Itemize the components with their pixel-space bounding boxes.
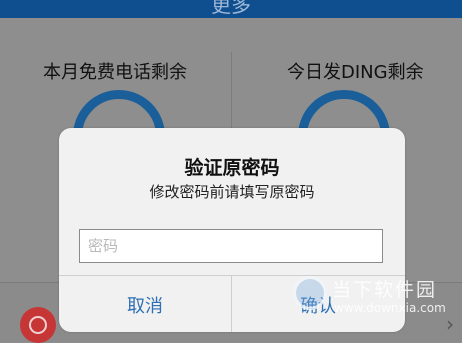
chevron-right-icon: › <box>446 312 454 336</box>
nav-bar: 更多 <box>0 0 462 18</box>
free-calls-label: 本月免费电话剩余 <box>43 62 187 83</box>
dialog-subtitle: 修改密码前请填写原密码 <box>149 183 315 201</box>
dialog-title: 验证原密码 <box>184 157 280 179</box>
watermark-text: 当下软件园 <box>332 279 438 301</box>
watermark-logo <box>293 276 327 310</box>
ding-remaining-label: 今日发DING剩余 <box>287 62 424 83</box>
nav-title: 更多 <box>211 0 251 17</box>
app-icon <box>20 307 56 343</box>
watermark-url: www.downxia.com <box>334 301 446 315</box>
cancel-button[interactable]: 取消 <box>59 276 231 332</box>
password-input[interactable] <box>79 229 383 263</box>
